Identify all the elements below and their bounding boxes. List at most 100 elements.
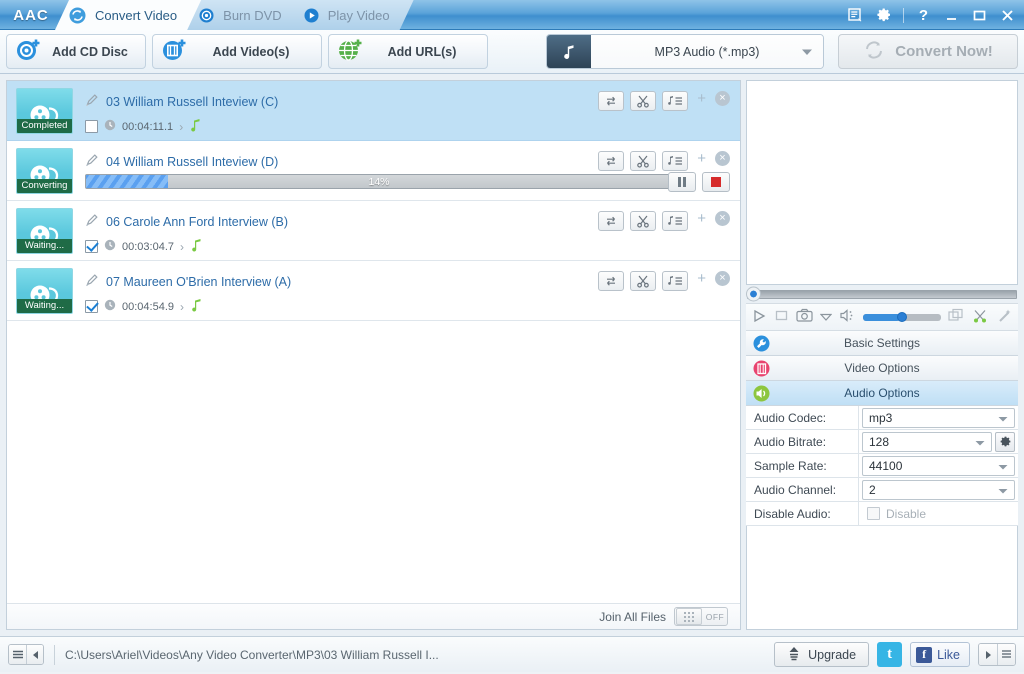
plus-icon[interactable]: + [697,151,706,166]
maximize-icon[interactable] [971,7,988,24]
add-videos-button[interactable]: Add Video(s) [152,34,322,69]
edit-pencil-icon[interactable] [85,153,99,170]
tab-convert-video[interactable]: Convert Video [55,0,201,30]
row-checkbox[interactable] [85,300,98,313]
scissors-cut-icon[interactable] [630,211,656,231]
edit-pencil-icon[interactable] [85,273,99,290]
refresh-arrows-icon [863,39,885,65]
chevron-down-icon[interactable] [819,310,833,324]
format-dropdown[interactable]: MP3 Audio (*.mp3) [591,35,823,68]
remove-row-icon[interactable]: × [715,271,730,286]
seek-knob[interactable] [746,286,761,302]
file-title[interactable]: 04 William Russell Inteview (D) [106,155,278,169]
table-row[interactable]: Waiting... 07 Maureen O'Brien Interview … [7,261,740,321]
convert-now-button[interactable]: Convert Now! [838,34,1018,69]
output-format-selector[interactable]: MP3 Audio (*.mp3) [546,34,824,69]
field-audio-channel: Audio Channel: 2 [746,478,1018,502]
add-cd-disc-button[interactable]: Add CD Disc [6,34,146,69]
output-folder-toggle[interactable] [8,644,44,665]
close-icon[interactable] [999,7,1016,24]
plus-icon[interactable]: + [697,271,706,286]
list-lines-icon [997,644,1015,665]
minimize-icon[interactable] [943,7,960,24]
audio-bitrate-select[interactable]: 128 [862,431,992,452]
stop-button[interactable] [774,308,789,326]
convert-arrows-icon[interactable] [598,91,624,111]
join-all-files-toggle[interactable]: OFF [674,607,728,626]
audio-note-icon [547,35,591,68]
panel-filler [746,526,1018,630]
audio-codec-select[interactable]: mp3 [862,407,1015,428]
section-basic-settings[interactable]: Basic Settings [746,331,1018,356]
video-preview[interactable] [746,80,1018,285]
music-list-icon[interactable] [662,271,688,291]
chevron-down-icon [998,411,1008,425]
table-row[interactable]: Completed 03 William Russell Inteview (C… [7,81,740,141]
remove-row-icon[interactable]: × [715,211,730,226]
tab-burn-dvd[interactable]: Burn DVD [185,0,306,30]
audio-bitrate-value: 128 [869,434,890,449]
row-actions [598,271,688,291]
table-row[interactable]: Converting 04 William Russell Inteview (… [7,141,740,201]
file-title[interactable]: 06 Carole Ann Ford Interview (B) [106,215,288,229]
scissors-cut-icon[interactable] [630,271,656,291]
volume-speaker-icon[interactable] [839,308,856,326]
row-actions [598,91,688,111]
help-icon[interactable]: ? [915,7,932,24]
output-path-label[interactable]: C:\Users\Ariel\Videos\Any Video Converte… [65,648,439,662]
play-button[interactable] [751,308,767,327]
music-list-icon[interactable] [662,151,688,171]
window-clone-icon[interactable] [948,308,965,327]
magic-wand-icon[interactable] [996,308,1013,327]
edit-pencil-icon[interactable] [85,93,99,110]
stop-button[interactable] [702,172,730,192]
sample-rate-select[interactable]: 44100 [862,455,1015,476]
disable-audio-checkbox[interactable] [867,507,880,520]
facebook-like-button[interactable]: f Like [910,642,970,667]
remove-row-icon[interactable]: × [715,91,730,106]
row-checkbox[interactable] [85,240,98,253]
section-audio-options[interactable]: Audio Options [746,381,1018,406]
clip-scissors-icon[interactable] [972,308,989,327]
volume-knob[interactable] [897,312,908,322]
upgrade-label: Upgrade [808,647,857,662]
plus-icon[interactable]: + [697,211,706,226]
volume-slider[interactable] [863,312,941,322]
music-list-icon[interactable] [662,211,688,231]
scissors-cut-icon[interactable] [630,91,656,111]
convert-arrows-icon[interactable] [598,211,624,231]
add-videos-label: Add Video(s) [212,44,290,59]
status-bar-right: Upgrade t f Like [774,642,1016,667]
view-mode-toggle[interactable] [978,643,1016,666]
seek-slider[interactable] [746,286,1017,302]
convert-arrows-icon[interactable] [598,271,624,291]
row-title-group: 07 Maureen O'Brien Interview (A) [85,273,291,290]
disable-audio-checkbox-group[interactable]: Disable [862,507,926,521]
music-list-icon[interactable] [662,91,688,111]
row-checkbox[interactable] [85,120,98,133]
pause-button[interactable] [668,172,696,192]
tab-play-video[interactable]: Play Video [290,0,414,30]
remove-row-icon[interactable]: × [715,151,730,166]
edit-pencil-icon[interactable] [85,213,99,230]
video-thumbnail: Converting [16,148,73,194]
upgrade-button[interactable]: Upgrade [774,642,870,667]
sample-rate-value-cell: 44100 [859,454,1018,477]
audio-bitrate-settings-button[interactable] [995,431,1015,452]
settings-gear-icon[interactable] [875,7,892,24]
snapshot-camera-icon[interactable] [796,308,813,326]
table-row[interactable]: Waiting... 06 Carole Ann Ford Interview … [7,201,740,261]
field-audio-bitrate: Audio Bitrate: 128 [746,430,1018,454]
seek-bar-row [746,285,1018,303]
chevron-right-icon: › [179,119,184,134]
convert-arrows-icon[interactable] [598,151,624,171]
add-urls-button[interactable]: Add URL(s) [328,34,488,69]
file-title[interactable]: 03 William Russell Inteview (C) [106,95,278,109]
twitter-button[interactable]: t [877,642,903,667]
log-icon[interactable] [847,7,864,24]
audio-channel-select[interactable]: 2 [862,479,1015,500]
scissors-cut-icon[interactable] [630,151,656,171]
section-video-options[interactable]: Video Options [746,356,1018,381]
plus-icon[interactable]: + [697,91,706,106]
file-title[interactable]: 07 Maureen O'Brien Interview (A) [106,275,291,289]
